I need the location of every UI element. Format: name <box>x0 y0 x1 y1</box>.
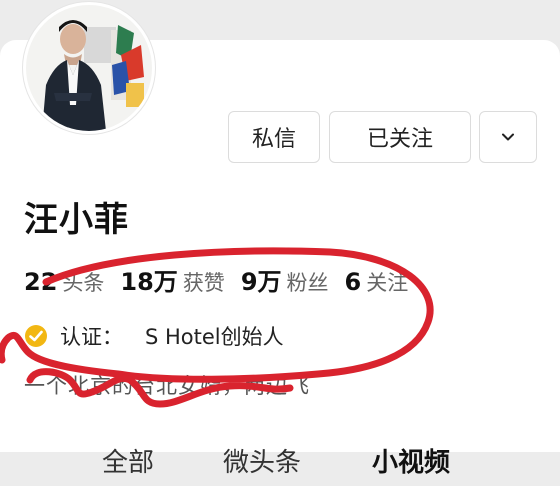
stat-label: 获赞 <box>182 271 225 295</box>
stat-value: 6 <box>344 268 362 296</box>
stat-label: 粉丝 <box>286 271 329 295</box>
message-button[interactable]: 私信 <box>228 111 320 163</box>
stat-posts[interactable]: 22 头条 <box>24 267 104 297</box>
stat-label: 关注 <box>366 271 409 295</box>
stat-label: 头条 <box>62 271 105 295</box>
message-button-label: 私信 <box>251 127 296 152</box>
stat-value: 18万 <box>120 268 178 296</box>
stat-value: 22 <box>24 268 58 296</box>
stat-fans[interactable]: 9万 粉丝 <box>241 262 329 297</box>
chevron-down-icon <box>502 133 514 141</box>
tab-micro-posts[interactable]: 微头条 <box>223 442 301 479</box>
following-button-label: 已关注 <box>366 127 433 152</box>
verification-text: S Hotel创始人 <box>145 325 284 349</box>
following-button[interactable]: 已关注 <box>329 111 471 163</box>
stat-value: 9万 <box>240 268 282 296</box>
profile-stats: 22 头条 18万 获赞 9万 粉丝 6 关注 <box>24 262 424 297</box>
verification-row: 认证： S Hotel创始人 <box>24 321 284 351</box>
profile-bio: 一个北京的台北女婿，两边飞 <box>24 374 310 398</box>
tab-short-videos[interactable]: 小视频 <box>372 442 450 479</box>
profile-name: 汪小菲 <box>24 200 129 240</box>
avatar[interactable] <box>23 2 155 134</box>
profile-photo <box>26 5 152 131</box>
tab-all[interactable]: 全部 <box>102 442 154 479</box>
verification-label: 认证： <box>60 325 123 349</box>
more-options-button[interactable] <box>479 111 537 163</box>
stat-following[interactable]: 6 关注 <box>345 267 409 297</box>
stat-likes[interactable]: 18万 获赞 <box>120 262 224 297</box>
content-tabs: 全部 微头条 小视频 <box>0 442 560 486</box>
verified-badge-icon <box>25 325 47 347</box>
